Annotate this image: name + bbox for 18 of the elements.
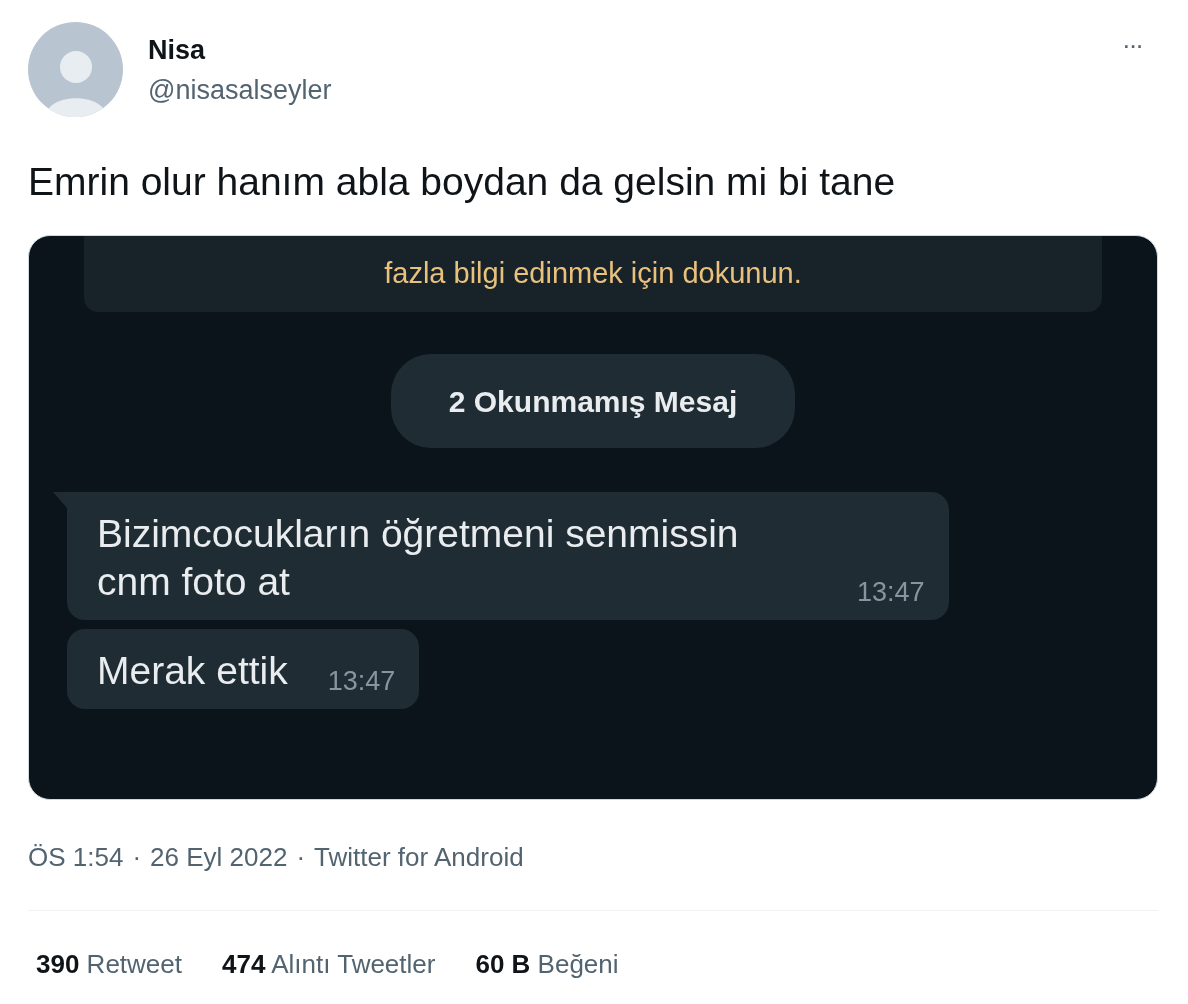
unread-banner: 2 Okunmamış Mesaj (390, 354, 796, 448)
message-time: 13:47 (857, 575, 925, 609)
author-name[interactable]: Nisa (148, 34, 332, 66)
notice-text: fazla bilgi edinmek için dokunun. (384, 256, 802, 292)
message-text: Merak ettik (97, 648, 288, 694)
timestamp: 26 Eyl 2022 (150, 841, 288, 874)
separator-dot: · (132, 841, 142, 874)
message-time: 13:47 (327, 664, 396, 698)
message-text: Bizimcocukların öğretmeni senmissin cnm foto at (97, 511, 740, 605)
separator-dot: · (296, 841, 306, 874)
stat-link[interactable]: 60 B Beğeni (475, 945, 619, 984)
stat-link[interactable]: 474 Alıntı Tweetler (222, 945, 436, 984)
tweet-text: Emrin olur hanım abla boydan da gelsin mi bi tane (28, 159, 897, 205)
author-handle[interactable]: @nisasalseyler (148, 74, 332, 106)
more-button[interactable]: ··· (1122, 32, 1142, 58)
stat-link[interactable]: 390 Retweet (36, 945, 182, 984)
timestamp: ÖS 1:54 (28, 841, 124, 874)
source-link[interactable]: Twitter for Android (314, 838, 524, 877)
